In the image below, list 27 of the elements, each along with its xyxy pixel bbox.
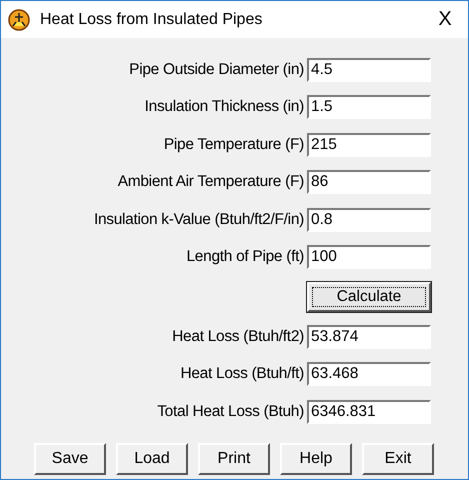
field-label: Ambient Air Temperature (F) [116, 173, 304, 192]
window-title: Heat Loss from Insulated Pipes [40, 10, 264, 28]
app-icon [8, 8, 30, 30]
input-field[interactable]: 53.874 [307, 324, 431, 349]
field-label: Pipe Temperature (F) [162, 136, 304, 154]
input-field[interactable]: 86 [307, 170, 431, 194]
action-button[interactable]: Print [198, 442, 270, 474]
action-button[interactable]: Load [116, 442, 188, 474]
field-label: Insulation Thickness (in) [144, 98, 304, 116]
input-field[interactable]: 0.8 [307, 208, 431, 232]
field-label: Length of Pipe (ft) [185, 248, 304, 266]
action-button[interactable]: Save [34, 442, 106, 474]
field-label: Total Heat Loss (Btuh) [156, 402, 304, 421]
action-button[interactable]: Exit [362, 442, 434, 474]
input-field[interactable]: 215 [307, 132, 431, 157]
input-field[interactable]: 63.468 [307, 362, 431, 386]
field-label: Heat Loss (Btuh/ft2) [171, 328, 304, 346]
input-field[interactable]: 6346.831 [307, 400, 431, 424]
field-label: Pipe Outside Diameter (in) [128, 60, 304, 79]
input-field[interactable]: 4.5 [307, 58, 431, 82]
input-field[interactable]: 100 [307, 245, 431, 270]
calculate-button[interactable]: Calculate [307, 282, 431, 312]
action-button[interactable]: Help [280, 442, 352, 474]
field-label: Insulation k-Value (Btuh/ft2/F/in) [92, 210, 304, 229]
field-label: Heat Loss (Btuh/ft) [179, 365, 304, 384]
input-field[interactable]: 1.5 [307, 95, 431, 120]
close-button[interactable]: X [422, 8, 468, 31]
